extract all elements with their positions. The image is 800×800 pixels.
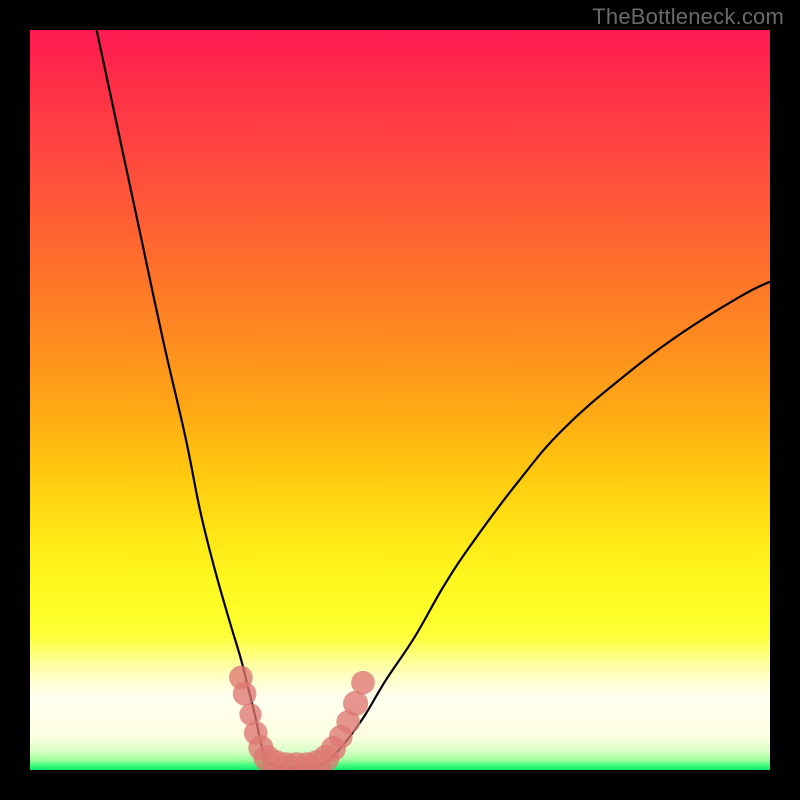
marker-dot	[343, 691, 368, 716]
marker-dot	[351, 671, 375, 695]
marker-group	[229, 666, 375, 770]
curve-right-branch	[326, 282, 770, 763]
curve-layer	[30, 30, 770, 770]
curve-left-branch	[97, 30, 267, 763]
chart-outer: TheBottleneck.com	[0, 0, 800, 800]
watermark-text: TheBottleneck.com	[592, 4, 784, 30]
plot-area	[30, 30, 770, 770]
marker-dot	[233, 682, 257, 706]
